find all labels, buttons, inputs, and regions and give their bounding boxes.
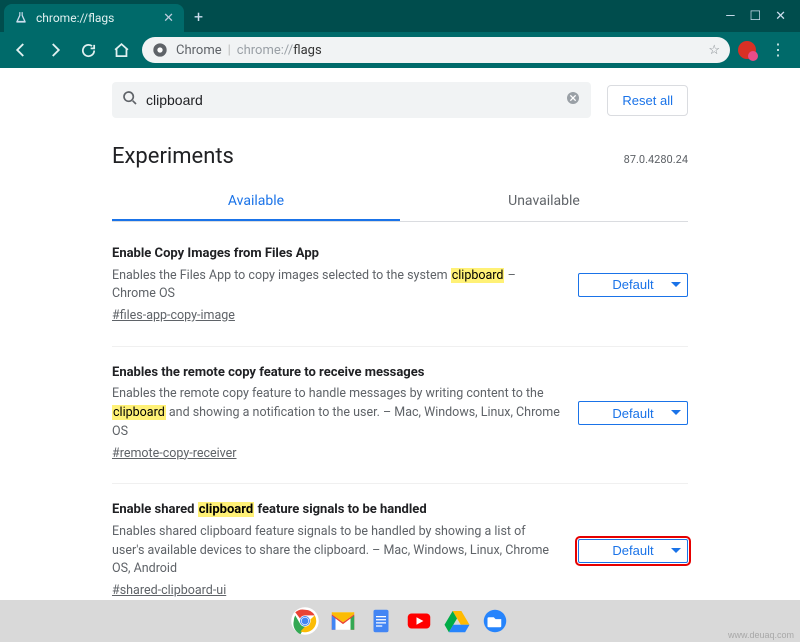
page-content: Reset all Experiments 87.0.4280.24 Avail… — [0, 68, 800, 612]
home-button[interactable] — [109, 38, 134, 63]
url-prefix: chrome:// — [237, 43, 293, 58]
window-titlebar: chrome://flags ✕ + — ☐ ✕ — [0, 0, 800, 32]
address-bar[interactable]: Chrome | chrome://flags ☆ — [142, 37, 730, 63]
flag-item: Enable Copy Images from Files App Enables… — [112, 244, 688, 347]
reload-button[interactable] — [76, 38, 101, 63]
url-scheme-label: Chrome — [176, 43, 222, 58]
flag-anchor-link[interactable]: #shared-clipboard-ui — [112, 582, 226, 601]
chrome-app-icon[interactable] — [289, 605, 321, 637]
flag-item: Enable shared clipboard feature signals … — [112, 500, 688, 612]
flask-icon — [14, 11, 28, 25]
flag-state-select[interactable]: Default — [578, 401, 688, 425]
window-controls: — ☐ ✕ — [715, 9, 796, 24]
new-tab-button[interactable]: + — [184, 7, 213, 26]
browser-menu-button[interactable]: ⋮ — [764, 42, 792, 58]
extension-badge-icon[interactable] — [738, 41, 756, 59]
bookmark-star-icon[interactable]: ☆ — [708, 43, 720, 58]
watermark: www.deuaq.com — [728, 630, 794, 640]
clear-search-icon[interactable] — [565, 90, 581, 110]
close-tab-icon[interactable]: ✕ — [163, 11, 174, 26]
minimize-button[interactable]: — — [725, 9, 735, 24]
flag-description: Enables the remote copy feature to handl… — [112, 385, 560, 441]
page-title: Experiments — [112, 144, 234, 169]
flag-title: Enables the remote copy feature to recei… — [112, 363, 560, 383]
browser-tab[interactable]: chrome://flags ✕ — [4, 4, 184, 32]
tab-title: chrome://flags — [36, 11, 163, 25]
os-shelf — [0, 600, 800, 642]
flag-tabs: Available Unavailable — [112, 183, 688, 222]
flag-title: Enable Copy Images from Files App — [112, 244, 560, 264]
gmail-app-icon[interactable] — [327, 605, 359, 637]
url-path: flags — [293, 43, 321, 58]
search-icon — [122, 90, 138, 110]
flag-anchor-link[interactable]: #remote-copy-receiver — [112, 445, 237, 464]
flag-description: Enables shared clipboard feature signals… — [112, 523, 560, 579]
flag-item: Enables the remote copy feature to recei… — [112, 363, 688, 485]
reset-all-button[interactable]: Reset all — [607, 85, 688, 116]
flag-state-select[interactable]: Default — [578, 539, 688, 563]
flag-state-select[interactable]: Default — [578, 273, 688, 297]
version-label: 87.0.4280.24 — [624, 153, 688, 166]
flag-anchor-link[interactable]: #files-app-copy-image — [112, 307, 235, 326]
tab-unavailable[interactable]: Unavailable — [400, 183, 688, 221]
flag-description: Enables the Files App to copy images sel… — [112, 267, 560, 305]
back-button[interactable] — [8, 37, 34, 63]
docs-app-icon[interactable] — [365, 605, 397, 637]
youtube-app-icon[interactable] — [403, 605, 435, 637]
drive-app-icon[interactable] — [441, 605, 473, 637]
flags-search-box[interactable] — [112, 82, 591, 118]
maximize-button[interactable]: ☐ — [749, 9, 761, 24]
tab-available[interactable]: Available — [112, 183, 400, 221]
search-input[interactable] — [146, 92, 565, 108]
flag-title: Enable shared clipboard feature signals … — [112, 500, 560, 520]
files-app-icon[interactable] — [479, 605, 511, 637]
chrome-icon — [152, 42, 168, 58]
browser-toolbar: Chrome | chrome://flags ☆ ⋮ — [0, 32, 800, 68]
forward-button[interactable] — [42, 37, 68, 63]
close-window-button[interactable]: ✕ — [775, 9, 786, 24]
flags-list: Enable Copy Images from Files App Enables… — [112, 222, 688, 612]
